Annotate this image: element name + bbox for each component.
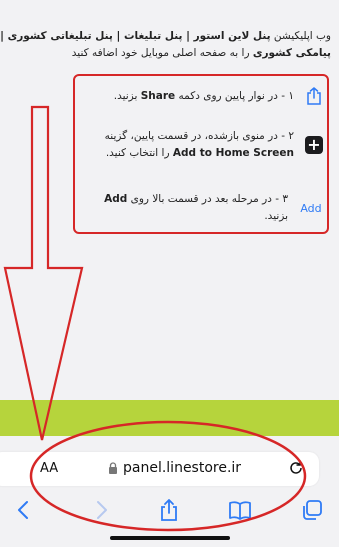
book-icon[interactable] — [228, 498, 252, 522]
reader-aa-button[interactable]: AA — [40, 461, 58, 476]
tabs-icon[interactable] — [300, 498, 324, 522]
step-1-text: ۱ - در نوار پایین روی دکمه Share بزنید. — [113, 89, 294, 102]
home-indicator — [110, 536, 230, 540]
step-2: ۲ - در منوی بازشده، در قسمت پایین، گزینه… — [80, 128, 324, 162]
step-3-text: ۳ - در مرحله بعد در قسمت بالا روی Add بز… — [104, 193, 288, 222]
intro-line-2: پیامکی کشوری را به صفحه اصلی موبایل خود … — [0, 45, 331, 62]
intro-line1-bold: پنل لاین استور | پنل تبلیغات | پنل تبلیغ… — [0, 30, 271, 42]
step-2-text: ۲ - در منوی بازشده، در قسمت پایین، گزینه… — [104, 130, 294, 159]
intro-line-1: وب اپلیکیشن پنل لاین استور | پنل تبلیغات… — [0, 28, 331, 45]
chevron-left-icon[interactable] — [12, 498, 36, 522]
share-icon[interactable] — [157, 498, 181, 522]
lock-icon — [109, 462, 117, 474]
address-bar[interactable]: AA panel.linestore.ir — [0, 452, 319, 486]
step-1: ۱ - در نوار پایین روی دکمه Share بزنید. — [80, 86, 324, 106]
intro-line2-suffix: را به صفحه اصلی موبایل خود اضافه کنید — [71, 47, 253, 59]
plus-square-icon: + — [304, 135, 324, 155]
domain-text: panel.linestore.ir — [123, 460, 242, 476]
intro-line1-prefix: وب اپلیکیشن — [270, 30, 331, 42]
page-green-banner — [0, 400, 339, 436]
red-down-arrow — [3, 105, 84, 441]
intro-text: وب اپلیکیشن پنل لاین استور | پنل تبلیغات… — [0, 0, 339, 70]
add-label: Add — [300, 201, 322, 215]
intro-line2-bold: پیامکی کشوری — [252, 47, 331, 59]
reload-icon[interactable] — [288, 460, 304, 476]
add-word-icon: Add — [298, 198, 324, 218]
url-display[interactable]: panel.linestore.ir — [108, 460, 241, 476]
chevron-right-icon[interactable] — [89, 498, 113, 522]
step-3: ۳ - در مرحله بعد در قسمت بالا روی Add بز… — [80, 191, 324, 225]
browser-toolbar — [0, 492, 339, 528]
share-icon — [304, 86, 324, 106]
